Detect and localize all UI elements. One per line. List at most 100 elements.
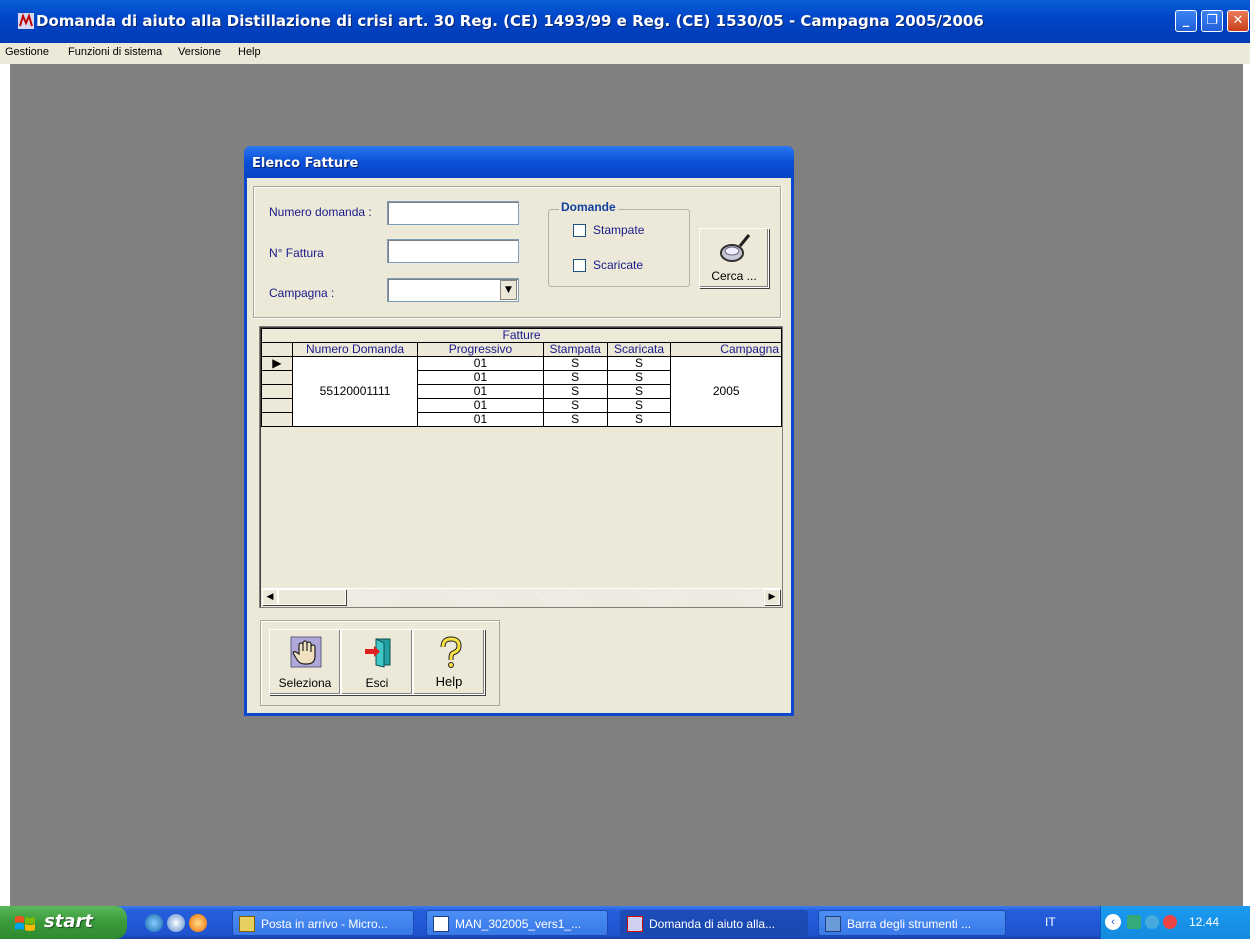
cerca-label: Cerca ... bbox=[711, 269, 757, 283]
cell-scaricata: S bbox=[606, 412, 672, 427]
windows-logo-icon bbox=[15, 916, 35, 931]
help-label: Help bbox=[435, 674, 463, 689]
fattura-input[interactable] bbox=[387, 239, 519, 263]
cerca-button[interactable]: Cerca ... bbox=[699, 228, 769, 288]
row-selector[interactable] bbox=[261, 384, 293, 399]
question-mark-icon bbox=[440, 636, 462, 668]
scaricate-checkbox[interactable] bbox=[573, 259, 586, 272]
task-word-label: MAN_302005_vers1_... bbox=[455, 917, 582, 931]
cell-progressivo: 01 bbox=[417, 356, 544, 371]
stampate-checkbox[interactable] bbox=[573, 224, 586, 237]
task-domanda[interactable]: Domanda di aiuto alla... bbox=[620, 910, 808, 936]
numero-domanda-input[interactable] bbox=[387, 201, 519, 225]
cell-stampata: S bbox=[542, 356, 608, 371]
maximize-button[interactable]: ❐ bbox=[1201, 10, 1223, 32]
task-domanda-label: Domanda di aiuto alla... bbox=[649, 917, 776, 931]
menu-gestione[interactable]: Gestione bbox=[5, 46, 49, 58]
menu-versione[interactable]: Versione bbox=[178, 46, 221, 58]
elenco-fatture-dialog: Elenco Fatture Numero domanda : N° Fattu… bbox=[244, 146, 794, 716]
chevron-down-icon[interactable]: ▼ bbox=[500, 280, 517, 300]
esci-label: Esci bbox=[365, 676, 389, 690]
scroll-right-icon[interactable]: ▶ bbox=[764, 589, 780, 605]
row-indicator-icon[interactable]: ▶ bbox=[261, 356, 293, 371]
outlook-express-icon[interactable] bbox=[167, 914, 185, 932]
language-indicator[interactable]: IT bbox=[1045, 915, 1056, 929]
outlook-icon bbox=[239, 916, 255, 932]
campagna-label: Campagna : bbox=[269, 286, 335, 300]
close-button[interactable]: ✕ bbox=[1227, 10, 1249, 32]
fatture-table: Fatture Numero Domanda Progressivo Stamp… bbox=[261, 328, 782, 427]
fatture-grid[interactable]: Fatture Numero Domanda Progressivo Stamp… bbox=[259, 326, 783, 608]
cell-stampata: S bbox=[542, 370, 608, 385]
scaricate-label: Scaricate bbox=[593, 258, 644, 272]
network-icon[interactable] bbox=[1127, 915, 1141, 929]
col-progressivo[interactable]: Progressivo bbox=[417, 342, 544, 357]
cell-stampata: S bbox=[542, 398, 608, 413]
cell-stampata: S bbox=[542, 384, 608, 399]
grid-caption: Fatture bbox=[261, 328, 782, 343]
task-posta[interactable]: Posta in arrivo - Micro... bbox=[232, 910, 414, 936]
internet-explorer-icon[interactable] bbox=[145, 914, 163, 932]
seleziona-button[interactable]: Seleziona bbox=[269, 629, 341, 695]
seleziona-label: Seleziona bbox=[278, 676, 332, 690]
word-icon bbox=[433, 916, 449, 932]
stampate-label: Stampate bbox=[593, 223, 645, 237]
cell-numero-domanda: 55120001111 bbox=[291, 356, 419, 427]
cell-campagna: 2005 bbox=[670, 356, 782, 427]
cell-progressivo: 01 bbox=[417, 384, 544, 399]
scroll-thumb[interactable] bbox=[278, 589, 346, 605]
domande-group: Domande Stampate Scaricate bbox=[548, 200, 690, 287]
tray-expand-icon[interactable]: ‹ bbox=[1105, 914, 1121, 930]
cell-stampata: S bbox=[542, 412, 608, 427]
fattura-label: N° Fattura bbox=[269, 246, 324, 260]
col-stampata[interactable]: Stampata bbox=[542, 342, 608, 357]
hand-icon bbox=[290, 636, 322, 668]
help-button[interactable]: Help bbox=[413, 629, 485, 695]
campagna-combo[interactable]: ▼ bbox=[387, 278, 519, 302]
system-tray: IT ‹ 12.44 bbox=[1045, 906, 1250, 939]
task-word[interactable]: MAN_302005_vers1_... bbox=[426, 910, 608, 936]
cell-progressivo: 01 bbox=[417, 398, 544, 413]
action-toolbar: Seleziona Esci Help bbox=[260, 620, 500, 706]
task-barra[interactable]: Barra degli strumenti ... bbox=[818, 910, 1006, 936]
row-selector[interactable] bbox=[261, 398, 293, 413]
col-numero-domanda[interactable]: Numero Domanda bbox=[291, 342, 419, 357]
security-icon[interactable] bbox=[1163, 915, 1177, 929]
filter-panel: Numero domanda : N° Fattura Campagna : ▼… bbox=[253, 186, 781, 318]
cell-scaricata: S bbox=[606, 356, 672, 371]
scroll-left-icon[interactable]: ◀ bbox=[262, 589, 278, 605]
col-scaricata[interactable]: Scaricata bbox=[606, 342, 672, 357]
col-campagna[interactable]: Campagna bbox=[670, 342, 782, 357]
menubar: Gestione Funzioni di sistema Versione He… bbox=[0, 43, 1250, 64]
cell-progressivo: 01 bbox=[417, 370, 544, 385]
horizontal-scrollbar[interactable]: ◀ ▶ bbox=[262, 588, 780, 605]
menu-help[interactable]: Help bbox=[238, 46, 261, 58]
domande-legend: Domande bbox=[559, 200, 618, 214]
table-row[interactable]: ▶ 55120001111 01 S S 2005 bbox=[261, 356, 782, 427]
task-barra-label: Barra degli strumenti ... bbox=[847, 917, 972, 931]
app-titlebar: Domanda di aiuto alla Distillazione di c… bbox=[0, 0, 1250, 43]
menu-funzioni-di-sistema[interactable]: Funzioni di sistema bbox=[68, 46, 162, 58]
magnifier-icon bbox=[720, 234, 751, 262]
cell-scaricata: S bbox=[606, 384, 672, 399]
start-button[interactable]: start bbox=[0, 906, 127, 939]
row-selector[interactable] bbox=[261, 412, 293, 427]
clock: 12.44 bbox=[1189, 915, 1220, 929]
app-icon bbox=[18, 13, 34, 29]
exit-door-icon bbox=[365, 638, 391, 668]
media-player-icon[interactable] bbox=[189, 914, 207, 932]
cell-scaricata: S bbox=[606, 370, 672, 385]
toolbar-app-icon bbox=[825, 916, 841, 932]
row-header-corner bbox=[261, 342, 293, 357]
row-selector[interactable] bbox=[261, 370, 293, 385]
cell-progressivo: 01 bbox=[417, 412, 544, 427]
app-icon bbox=[627, 916, 643, 932]
esci-button[interactable]: Esci bbox=[341, 629, 413, 695]
minimize-button[interactable]: _ bbox=[1175, 10, 1197, 32]
window-title: Domanda di aiuto alla Distillazione di c… bbox=[36, 12, 984, 30]
taskbar: start Posta in arrivo - Micro... MAN_302… bbox=[0, 906, 1250, 939]
numero-domanda-label: Numero domanda : bbox=[269, 205, 372, 219]
monitor-icon[interactable] bbox=[1145, 915, 1159, 929]
dialog-title: Elenco Fatture bbox=[244, 146, 794, 178]
task-posta-label: Posta in arrivo - Micro... bbox=[261, 917, 388, 931]
